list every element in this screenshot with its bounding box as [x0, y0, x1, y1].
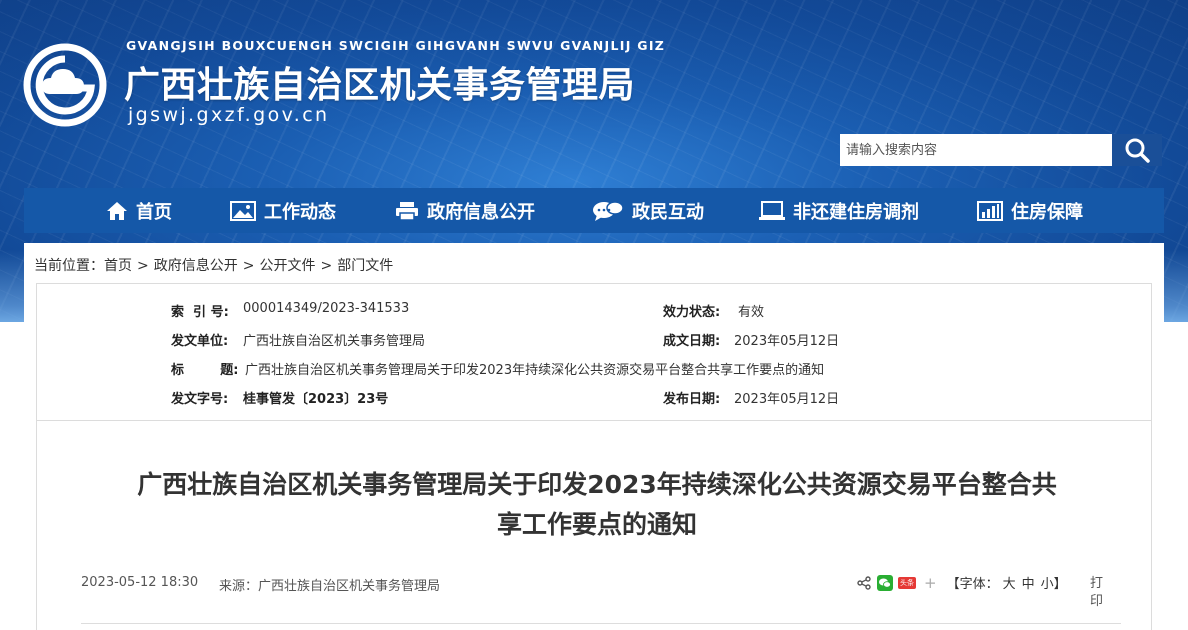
breadcrumb-separator: > — [137, 258, 149, 274]
doc-number-label: 发文字号: — [171, 392, 229, 407]
created-date-value: 2023年05月12日 — [734, 334, 840, 349]
document-meta-table: 索 引 号: 000014349/2023-341533 效力状态: 有效 发文… — [36, 283, 1152, 421]
article-title: 广西壮族自治区机关事务管理局关于印发2023年持续深化公共资源交易平台整合共 享… — [77, 465, 1117, 545]
nav-item-interaction[interactable]: 政民互动 — [592, 188, 704, 233]
content-card: 当前位置：首页 > 政府信息公开 > 公开文件 > 部门文件 索 引 号: 00001434… — [24, 243, 1164, 630]
nav-item-label: 工作动态 — [264, 201, 336, 223]
site-title[interactable]: 广西壮族自治区机关事务管理局 — [124, 56, 635, 108]
logo-emblem-icon — [23, 43, 107, 127]
nav-item-housing-adjust[interactable]: 非还建住房调剂 — [759, 188, 919, 233]
breadcrumb-gov-info[interactable]: 政府信息公开 — [154, 258, 238, 274]
breadcrumb-dept-docs[interactable]: 部门文件 — [337, 258, 393, 274]
doc-title-label: 标 题: — [171, 363, 239, 378]
divider — [81, 623, 1121, 624]
index-number-label: 索 引 号: — [171, 305, 229, 320]
created-date-label: 成文日期: — [663, 334, 721, 349]
nav-item-label: 住房保障 — [1011, 201, 1083, 223]
breadcrumb: 当前位置：首页 > 政府信息公开 > 公开文件 > 部门文件 — [34, 255, 393, 275]
search-button[interactable] — [1112, 134, 1162, 166]
index-number-value: 000014349/2023-341533 — [243, 301, 410, 316]
site-domain: jgswj.gxzf.gov.cn — [128, 104, 330, 126]
site-logo[interactable] — [22, 42, 108, 128]
article-source: 来源：广西壮族自治区机关事务管理局 — [219, 579, 441, 594]
doc-number-value: 桂事管发〔2023〕23号 — [243, 392, 389, 407]
nav-item-label: 非还建住房调剂 — [793, 201, 919, 223]
nav-item-label: 政府信息公开 — [427, 201, 535, 223]
nav-item-home[interactable]: 首页 — [106, 188, 172, 233]
image-icon — [230, 200, 256, 221]
breadcrumb-public-docs[interactable]: 公开文件 — [259, 258, 315, 274]
validity-label: 效力状态: — [663, 305, 721, 320]
published-date-value: 2023年05月12日 — [734, 392, 840, 407]
site-pinyin-title: GVANGJSIH BOUXCUENGH SWCIGIH GIHGVANH SW… — [126, 38, 666, 53]
home-icon — [107, 201, 127, 220]
font-size-label: 【字体： — [946, 577, 999, 592]
chat-icon — [593, 200, 624, 221]
print-button[interactable]: 打印 — [1090, 575, 1106, 611]
printer-icon — [396, 201, 418, 221]
bar-chart-icon — [977, 200, 1003, 221]
search-input[interactable] — [840, 134, 1112, 166]
issuer-label: 发文单位: — [171, 334, 229, 349]
nav-item-work-news[interactable]: 工作动态 — [230, 188, 336, 233]
main-nav: 首页 工作动态 政府信息公开 政民互动 非还建住房调剂 住房保障 — [24, 188, 1164, 233]
article-container: 广西壮族自治区机关事务管理局关于印发2023年持续深化公共资源交易平台整合共 享… — [36, 421, 1152, 630]
nav-item-gov-info[interactable]: 政府信息公开 — [395, 188, 535, 233]
article-title-line: 享工作要点的通知 — [496, 510, 697, 539]
breadcrumb-separator: > — [320, 258, 333, 274]
breadcrumb-prefix: 当前位置： — [34, 258, 104, 274]
nav-item-label: 政民互动 — [632, 201, 704, 223]
breadcrumb-home[interactable]: 首页 — [104, 258, 132, 274]
issuer-value: 广西壮族自治区机关事务管理局 — [243, 334, 426, 349]
toutiao-share-button[interactable]: 头条 — [898, 576, 916, 589]
more-share-button[interactable]: + — [924, 574, 937, 592]
share-icon[interactable] — [857, 575, 871, 590]
nav-item-label: 首页 — [136, 201, 172, 223]
wechat-icon[interactable] — [877, 574, 893, 591]
font-size-close: 】 — [1053, 577, 1067, 592]
font-size-medium[interactable]: 中 — [1022, 573, 1035, 592]
published-date-label: 发布日期: — [663, 392, 721, 407]
doc-title-value: 广西壮族自治区机关事务管理局关于印发2023年持续深化公共资源交易平台整合共享工… — [245, 363, 825, 378]
article-tools: 头条 + 【字体： 大 中 小 】 — [857, 573, 1067, 592]
article-title-line: 广西壮族自治区机关事务管理局关于印发2023年持续深化公共资源交易平台整合共 — [137, 470, 1057, 499]
validity-value: 有效 — [738, 305, 765, 320]
search-icon — [1125, 138, 1150, 163]
font-size-small[interactable]: 小 — [1041, 573, 1054, 592]
nav-item-housing-security[interactable]: 住房保障 — [977, 188, 1083, 233]
article-datetime: 2023-05-12 18:30 — [81, 575, 199, 590]
monitor-icon — [759, 200, 785, 220]
breadcrumb-separator: > — [242, 258, 255, 274]
font-size-large[interactable]: 大 — [1003, 573, 1016, 592]
